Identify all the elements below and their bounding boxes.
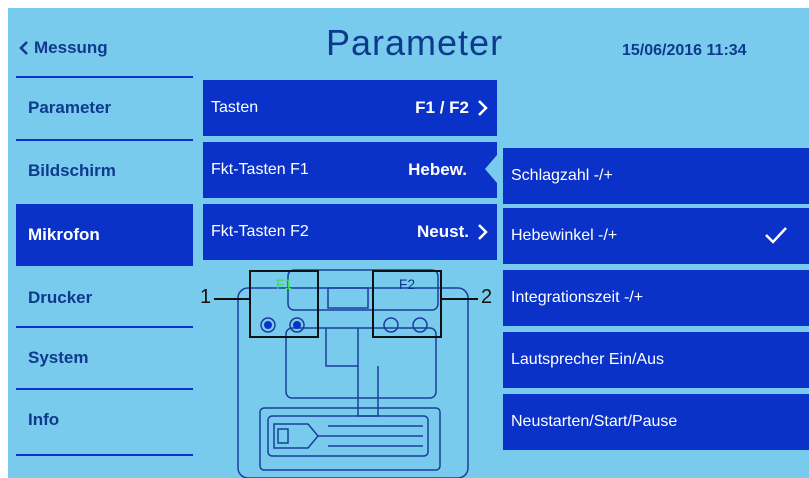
divider: [16, 139, 193, 141]
option-label: Lautsprecher Ein/Aus: [511, 351, 664, 368]
back-label: Messung: [34, 38, 108, 57]
divider: [16, 326, 193, 328]
sidebar-item-parameter[interactable]: Parameter: [16, 80, 193, 136]
sidebar-item-system[interactable]: System: [16, 330, 193, 386]
chevron-right-icon: [478, 100, 488, 116]
sidebar-item-drucker[interactable]: Drucker: [16, 270, 193, 326]
divider: [16, 76, 193, 78]
option-lautsprecher[interactable]: Lautsprecher Ein/Aus: [503, 332, 809, 388]
f1-buttons-icon: [260, 317, 305, 333]
divider: [16, 454, 193, 456]
option-label: Integrationszeit -/+: [511, 289, 644, 306]
option-schlagzahl[interactable]: Schlagzahl -/+: [503, 148, 809, 204]
callout-line-2: [442, 298, 478, 300]
chevron-right-icon: [478, 224, 488, 240]
option-label: Schlagzahl -/+: [511, 167, 613, 184]
callout-number-1: 1: [200, 286, 212, 308]
checkmark-icon: [765, 227, 787, 244]
sidebar-item-info[interactable]: Info: [16, 392, 193, 448]
param-row-fkt-tasten-f2[interactable]: Fkt-Tasten F2 Neust.: [203, 204, 497, 260]
datetime: 15/06/2016 11:34: [622, 42, 747, 59]
f2-label: F2: [398, 276, 416, 292]
param-label: Tasten: [211, 99, 259, 116]
f2-buttons-icon: [383, 317, 428, 333]
sidebar-item-mikrofon[interactable]: Mikrofon: [16, 204, 193, 266]
callout-line-1: [214, 298, 249, 300]
screen: Messung Parameter 15/06/2016 11:34 Param…: [8, 8, 809, 478]
option-label: Neustarten/Start/Pause: [511, 413, 678, 430]
param-value: F1 / F2: [415, 98, 469, 117]
f2-key-callout: F2: [372, 270, 442, 338]
param-value: Hebew.: [408, 160, 467, 179]
divider: [16, 388, 193, 390]
param-row-fkt-tasten-f1[interactable]: Fkt-Tasten F1 Hebew.: [203, 142, 497, 198]
param-label: Fkt-Tasten F1: [211, 161, 309, 178]
option-label: Hebewinkel -/+: [511, 227, 618, 244]
sidebar-item-bildschirm[interactable]: Bildschirm: [16, 143, 193, 199]
page-title: Parameter: [326, 22, 504, 63]
param-label: Fkt-Tasten F2: [211, 223, 309, 240]
callout-number-2: 2: [481, 286, 493, 308]
option-hebewinkel[interactable]: Hebewinkel -/+: [503, 208, 809, 264]
param-value: Neust.: [417, 222, 469, 241]
chevron-left-icon: [19, 41, 28, 55]
option-integrationszeit[interactable]: Integrationszeit -/+: [503, 270, 809, 326]
f1-label: F1: [275, 276, 293, 292]
f1-key-callout: F1: [249, 270, 319, 338]
selected-notch-icon: [485, 155, 497, 183]
back-button[interactable]: Messung: [18, 38, 108, 58]
option-neustarten[interactable]: Neustarten/Start/Pause: [503, 394, 809, 450]
param-row-tasten[interactable]: Tasten F1 / F2: [203, 80, 497, 136]
